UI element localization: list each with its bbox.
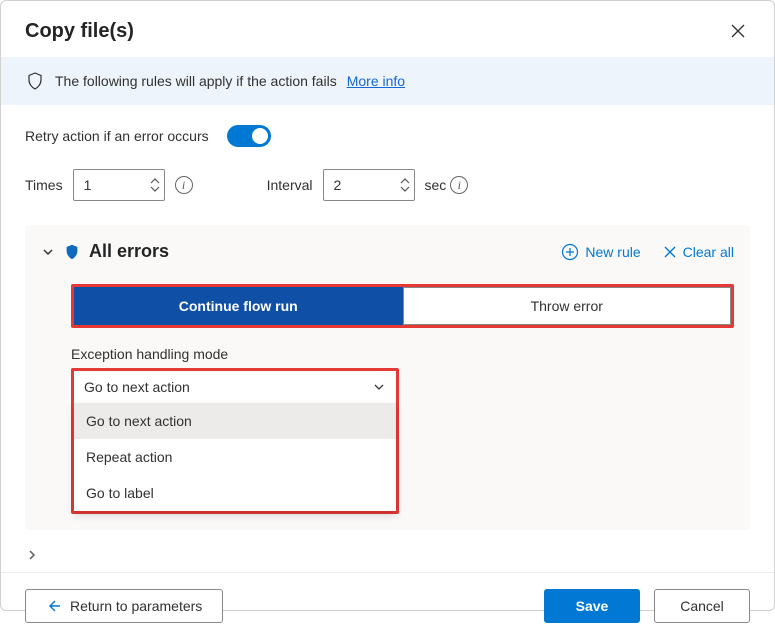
clear-all-button[interactable]: Clear all [663,244,734,260]
errors-title-row[interactable]: All errors [41,241,169,262]
copy-files-dialog: Copy file(s) The following rules will ap… [0,0,775,611]
errors-actions: New rule Clear all [561,243,734,261]
chevron-up-icon [400,178,410,185]
retry-label: Retry action if an error occurs [25,128,209,144]
errors-panel: All errors New rule Clear all Continue f… [25,225,750,530]
mode-selected-value: Go to next action [84,379,190,395]
new-rule-button[interactable]: New rule [561,243,640,261]
retry-params-row: Times 1 i Interval 2 seci [25,169,750,201]
errors-title: All errors [89,241,169,262]
chevron-down-icon [372,380,386,394]
clear-all-label: Clear all [683,244,734,260]
interval-label: Interval [267,177,313,193]
dialog-body: Retry action if an error occurs Times 1 … [1,105,774,572]
mode-option[interactable]: Go to label [74,475,396,511]
banner-text: The following rules will apply if the ac… [55,73,337,89]
tab-throw-error[interactable]: Throw error [403,287,732,325]
errors-header: All errors New rule Clear all [41,241,734,262]
chevron-down-icon [150,185,160,192]
interval-unit: sec [425,177,447,193]
close-icon [663,245,677,259]
retry-row: Retry action if an error occurs [25,125,750,147]
new-rule-label: New rule [585,244,640,260]
return-button[interactable]: Return to parameters [25,589,223,623]
spinner-arrows[interactable] [400,178,410,192]
dialog-header: Copy file(s) [1,1,774,57]
toggle-knob [252,128,268,144]
mode-dropdown: Go to next action Repeat action Go to la… [74,403,396,511]
chevron-up-icon [150,178,160,185]
info-icon[interactable]: i [175,176,193,194]
shield-icon [63,243,81,261]
return-label: Return to parameters [70,598,202,614]
mode-select-highlight: Go to next action Go to next action Repe… [71,368,399,514]
dialog-footer: Return to parameters Save Cancel [1,572,774,639]
mode-option[interactable]: Go to next action [74,403,396,439]
advanced-toggle[interactable] [25,548,750,562]
spinner-arrows[interactable] [150,178,160,192]
times-input[interactable]: 1 [73,169,165,201]
save-button[interactable]: Save [544,589,640,623]
tab-highlight: Continue flow run Throw error [71,284,734,328]
info-icon[interactable]: i [450,176,468,194]
close-icon [730,23,746,39]
arrow-left-icon [46,598,62,614]
retry-toggle[interactable] [227,125,271,147]
interval-input[interactable]: 2 [323,169,415,201]
chevron-down-icon [41,245,55,259]
footer-actions: Save Cancel [544,589,750,623]
info-banner: The following rules will apply if the ac… [1,57,774,105]
flow-tab-group: Continue flow run Throw error [74,287,731,325]
mode-option[interactable]: Repeat action [74,439,396,475]
plus-circle-icon [561,243,579,261]
times-label: Times [25,177,63,193]
mode-select[interactable]: Go to next action [74,371,396,403]
times-value: 1 [84,177,92,193]
tab-continue-flow[interactable]: Continue flow run [74,287,403,325]
dialog-title: Copy file(s) [25,20,134,43]
cancel-button[interactable]: Cancel [654,589,750,623]
shield-icon [25,71,45,91]
close-button[interactable] [726,19,750,43]
chevron-right-icon [25,548,39,562]
mode-label: Exception handling mode [71,346,734,362]
chevron-down-icon [400,185,410,192]
interval-value: 2 [334,177,342,193]
more-info-link[interactable]: More info [347,73,405,89]
